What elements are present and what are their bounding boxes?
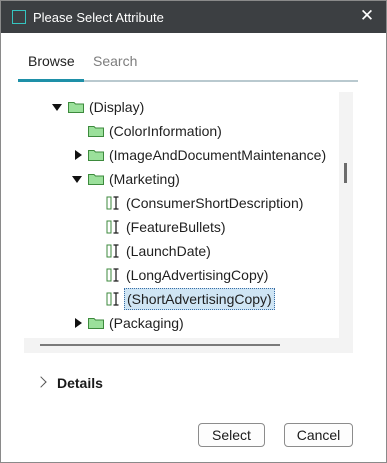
expand-arrow-icon[interactable] (72, 176, 82, 183)
collapse-arrow-icon[interactable] (75, 150, 82, 160)
tree-node-label: (Marketing) (109, 171, 180, 187)
tab-search[interactable]: Search (93, 53, 137, 69)
attribute-icon (106, 196, 119, 210)
attribute-icon (106, 268, 119, 282)
details-label: Details (57, 375, 103, 391)
attribute-icon (106, 292, 119, 306)
select-button[interactable]: Select (198, 423, 265, 447)
cancel-button[interactable]: Cancel (284, 423, 353, 447)
folder-icon (88, 150, 104, 161)
horizontal-scrollbar-thumb[interactable] (40, 344, 280, 346)
tab-browse[interactable]: Browse (28, 53, 75, 69)
folder-icon (88, 318, 104, 329)
active-tab-indicator (18, 79, 84, 82)
folder-icon (88, 174, 104, 185)
title-bar[interactable]: Please Select Attribute ✕ (1, 1, 386, 33)
tab-strip: Browse Search (18, 50, 358, 82)
tree-node-label: (ColorInformation) (109, 123, 222, 139)
folder-icon (88, 126, 104, 137)
scrollbar-corner (339, 338, 353, 353)
attribute-icon (106, 220, 119, 234)
tree-node-label: (FeatureBullets) (126, 219, 226, 235)
tree-node-label: (Packaging) (109, 315, 184, 331)
attribute-icon (106, 244, 119, 258)
vertical-scrollbar[interactable] (339, 92, 353, 338)
dialog-window: Please Select Attribute ✕ Browse Search … (0, 0, 387, 463)
window-title: Please Select Attribute (33, 10, 164, 25)
tree-node-label: (LaunchDate) (126, 243, 211, 259)
tree-node-label: (LongAdvertisingCopy) (126, 267, 269, 283)
tree-node-label-selected: (ShortAdvertisingCopy) (124, 288, 275, 310)
close-button[interactable]: ✕ (356, 5, 378, 27)
tree-node-label: (ConsumerShortDescription) (126, 195, 304, 211)
app-icon (12, 10, 26, 24)
chevron-right-icon (35, 376, 47, 388)
attribute-tree[interactable]: (Display) (ColorInformation) (ImageAndDo… (24, 92, 353, 353)
expand-arrow-icon[interactable] (52, 104, 62, 111)
collapse-arrow-icon[interactable] (75, 318, 82, 328)
tree-node-label: (Display) (89, 99, 145, 115)
tree-node-label: (ImageAndDocumentMaintenance) (109, 147, 327, 163)
folder-icon (68, 102, 84, 113)
vertical-scrollbar-thumb[interactable] (344, 163, 347, 183)
